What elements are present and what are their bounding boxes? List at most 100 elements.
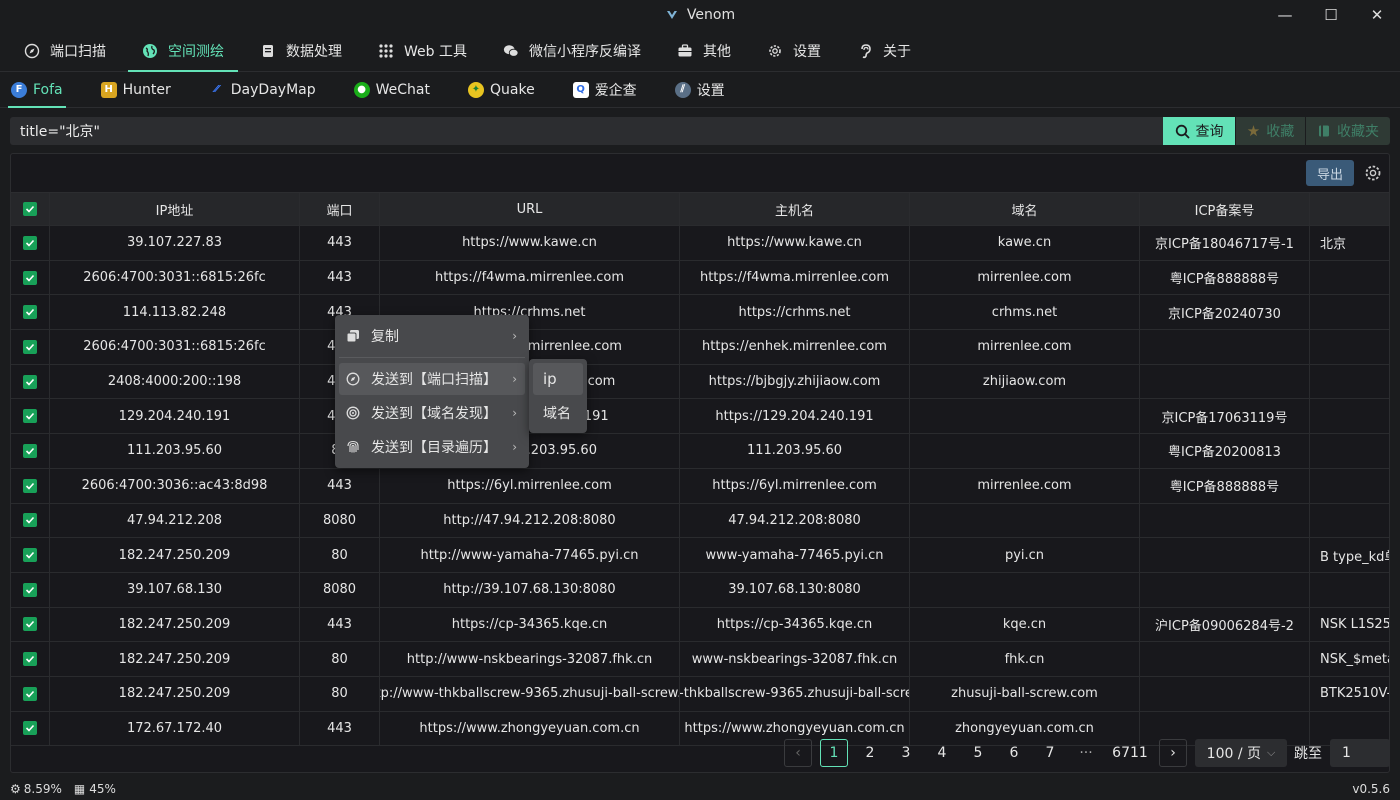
table-cell[interactable] bbox=[1310, 399, 1389, 433]
table-cell[interactable] bbox=[1310, 573, 1389, 607]
column-header[interactable] bbox=[1310, 193, 1389, 225]
row-checkbox[interactable] bbox=[23, 270, 37, 285]
table-cell[interactable]: NSK_$meta_ bbox=[1310, 642, 1389, 676]
table-cell[interactable]: zhijiaow.com bbox=[910, 364, 1140, 399]
page-button[interactable]: 2 bbox=[856, 739, 884, 767]
tab-wechat[interactable]: ● WeChat bbox=[351, 72, 433, 107]
table-row[interactable]: 2606:4700:3031::6815:26fc443https://enhe… bbox=[11, 330, 1389, 365]
table-cell[interactable]: https://f4wma.mirrenlee.com bbox=[380, 260, 680, 295]
row-checkbox[interactable] bbox=[23, 582, 37, 597]
table-cell[interactable] bbox=[1140, 538, 1310, 572]
table-cell[interactable]: http://www-nskbearings-32087.fhk.cn bbox=[380, 642, 680, 676]
table-row[interactable]: 182.247.250.209 80 http://www-yamaha-77465… bbox=[11, 538, 1389, 573]
table-cell[interactable]: https://enhek.mirrenlee.com bbox=[680, 330, 910, 364]
table-cell[interactable]: 北京 bbox=[1310, 226, 1389, 260]
submenu-item-domain[interactable]: 域名 bbox=[533, 397, 583, 429]
table-cell[interactable]: 443 bbox=[300, 607, 380, 642]
table-row[interactable]: 182.247.250.209 80 http://www-nskbearings-… bbox=[11, 642, 1389, 677]
table-cell[interactable]: www-nskbearings-32087.fhk.cn bbox=[680, 642, 910, 676]
table-row[interactable]: 2606:4700:3031::6815:26fc 443 https://f4wm… bbox=[11, 260, 1389, 296]
table-cell[interactable]: https://crhms.net bbox=[680, 295, 910, 330]
table-cell[interactable]: www-thkballscrew-9365.zhusuji-ball-screw… bbox=[680, 676, 910, 711]
tab-data-process[interactable]: 数据处理 bbox=[246, 30, 356, 71]
tab-daydaymap[interactable]: ⁄⁄ DayDayMap bbox=[206, 72, 319, 107]
page-button[interactable]: 4 bbox=[928, 739, 956, 767]
table-cell[interactable] bbox=[1310, 504, 1389, 538]
table-cell[interactable]: https://6yl.mirrenlee.com bbox=[380, 468, 680, 503]
table-cell[interactable]: https://www.kawe.cn bbox=[680, 226, 910, 260]
table-cell[interactable] bbox=[1310, 434, 1389, 468]
table-cell[interactable]: 443 bbox=[300, 260, 380, 295]
table-row[interactable]: 39.107.68.130 8080 http://39.107.68.130:80… bbox=[11, 572, 1389, 608]
table-cell[interactable] bbox=[1140, 572, 1310, 607]
table-cell[interactable] bbox=[1310, 469, 1389, 503]
table-cell[interactable]: http://www-thkballscrew-9365.zhusuji-bal… bbox=[380, 676, 680, 711]
table-cell[interactable]: fhk.cn bbox=[910, 642, 1140, 676]
page-button[interactable]: 3 bbox=[892, 739, 920, 767]
prev-page-button[interactable]: ‹ bbox=[784, 739, 812, 767]
page-button[interactable]: 6 bbox=[1000, 739, 1028, 767]
table-cell[interactable] bbox=[1310, 295, 1389, 329]
table-cell[interactable]: 39.107.68.130 bbox=[50, 572, 300, 607]
row-checkbox[interactable] bbox=[23, 513, 37, 528]
table-cell[interactable]: 443 bbox=[300, 226, 380, 260]
tab-about[interactable]: 关于 bbox=[843, 30, 925, 71]
table-cell[interactable]: 111.203.95.60 bbox=[50, 434, 300, 468]
tab-settings[interactable]: 设置 bbox=[753, 30, 835, 71]
table-cell[interactable]: https://f4wma.mirrenlee.com bbox=[680, 260, 910, 295]
table-cell[interactable]: 129.204.240.191 bbox=[50, 399, 300, 434]
row-checkbox[interactable] bbox=[23, 686, 37, 701]
table-cell[interactable]: 182.247.250.209 bbox=[50, 538, 300, 572]
table-row[interactable]: 182.247.250.209 443 https://cp-34365.kqe.c… bbox=[11, 607, 1389, 643]
table-cell[interactable]: mirrenlee.com bbox=[910, 330, 1140, 364]
table-cell[interactable]: 京ICP备18046717号-1 bbox=[1140, 226, 1310, 260]
table-cell[interactable] bbox=[1310, 330, 1389, 364]
row-checkbox[interactable] bbox=[23, 478, 37, 493]
select-all-checkbox[interactable] bbox=[23, 202, 37, 216]
table-cell[interactable]: 2408:4000:200::198 bbox=[50, 364, 300, 399]
table-cell[interactable]: 京ICP备20240730 bbox=[1140, 295, 1310, 330]
table-cell[interactable]: 47.94.212.208 bbox=[50, 503, 300, 538]
table-cell[interactable]: 114.113.82.248 bbox=[50, 295, 300, 330]
table-cell[interactable]: http://39.107.68.130:8080 bbox=[380, 572, 680, 607]
tab-space-mapping[interactable]: 空间测绘 bbox=[128, 30, 238, 72]
table-cell[interactable] bbox=[1310, 261, 1389, 295]
page-button[interactable]: 6711 bbox=[1108, 739, 1152, 767]
table-cell[interactable]: 443 bbox=[300, 468, 380, 503]
query-button[interactable]: 查询 bbox=[1163, 117, 1235, 145]
row-checkbox[interactable] bbox=[23, 339, 37, 354]
favorites-folder-button[interactable]: 收藏夹 bbox=[1305, 117, 1390, 145]
table-cell[interactable]: 2606:4700:3031::6815:26fc bbox=[50, 330, 300, 364]
page-button[interactable]: 1 bbox=[820, 739, 848, 767]
table-cell[interactable]: https://www.kawe.cn bbox=[380, 226, 680, 260]
table-row[interactable]: 2408:4000:200::198443https://bjbgjy.zhij… bbox=[11, 364, 1389, 400]
close-button[interactable]: ✕ bbox=[1354, 0, 1400, 30]
table-cell[interactable]: 182.247.250.209 bbox=[50, 607, 300, 642]
page-button[interactable]: 7 bbox=[1036, 739, 1064, 767]
table-cell[interactable]: 182.247.250.209 bbox=[50, 676, 300, 711]
table-row[interactable]: 114.113.82.248 443 https://crhms.net https:… bbox=[11, 295, 1389, 331]
table-cell[interactable]: 2606:4700:3031::6815:26fc bbox=[50, 260, 300, 295]
tab-web-tools[interactable]: Web 工具 bbox=[364, 30, 481, 71]
table-cell[interactable]: pyi.cn bbox=[910, 538, 1140, 572]
table-row[interactable]: 2606:4700:3036::ac43:8d98 443 https://6yl.… bbox=[11, 468, 1389, 504]
page-ellipsis[interactable]: ··· bbox=[1072, 739, 1100, 767]
column-settings-icon[interactable] bbox=[1363, 163, 1383, 183]
table-cell[interactable]: mirrenlee.com bbox=[910, 260, 1140, 295]
table-cell[interactable]: http://www-yamaha-77465.pyi.cn bbox=[380, 538, 680, 572]
table-cell[interactable]: https://129.204.240.191 bbox=[680, 399, 910, 434]
table-cell[interactable]: 80 bbox=[300, 538, 380, 572]
table-cell[interactable]: 8080 bbox=[300, 503, 380, 538]
table-row[interactable]: 129.204.240.191443https://129.204.240.19… bbox=[11, 399, 1389, 435]
row-checkbox[interactable] bbox=[23, 374, 37, 389]
column-header[interactable]: 主机名 bbox=[680, 193, 910, 225]
tab-other[interactable]: 其他 bbox=[663, 30, 745, 71]
row-checkbox[interactable] bbox=[23, 617, 37, 632]
column-header[interactable]: URL bbox=[380, 193, 680, 225]
table-cell[interactable]: 182.247.250.209 bbox=[50, 642, 300, 676]
table-cell[interactable] bbox=[1140, 330, 1310, 364]
menu-item-copy[interactable]: 复制 › bbox=[339, 320, 525, 352]
menu-item-send-dir-traversal[interactable]: 发送到【目录遍历】 › bbox=[339, 431, 525, 463]
table-cell[interactable]: https://6yl.mirrenlee.com bbox=[680, 468, 910, 503]
submenu-item-ip[interactable]: ip bbox=[533, 363, 583, 395]
